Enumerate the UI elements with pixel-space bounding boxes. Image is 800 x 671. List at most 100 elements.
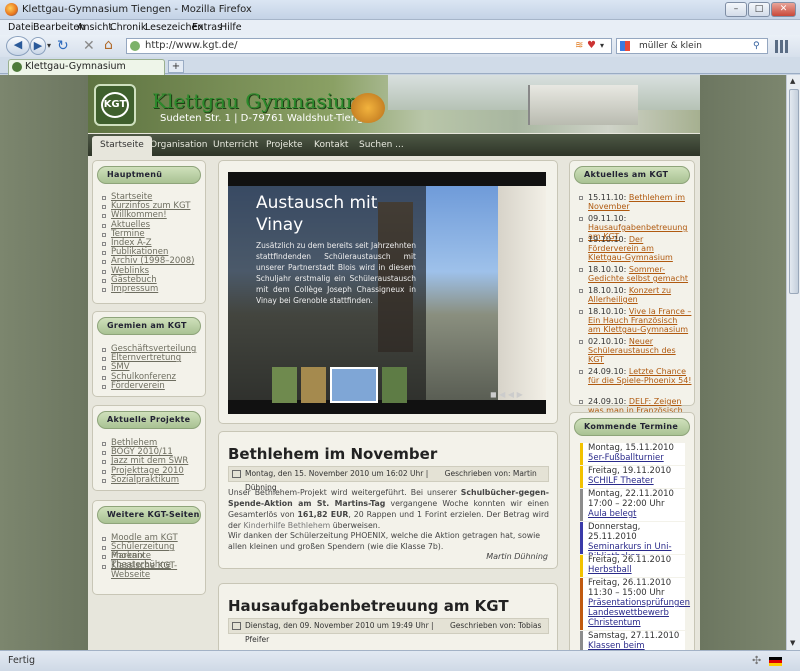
nav-suchen[interactable]: Suchen ... — [359, 140, 404, 150]
bullet-icon — [102, 460, 106, 465]
scroll-thumb[interactable] — [789, 89, 799, 294]
search-input[interactable]: müller & klein ⚲ — [616, 38, 768, 54]
home-icon[interactable]: ⌂ — [104, 37, 113, 53]
aktuelles-date: 15.11.10: — [588, 193, 629, 202]
site-name[interactable]: Klettgau Gymnasium — [152, 89, 365, 113]
slider-controls[interactable]: ◼ ◀ ◀ ▶ — [490, 390, 523, 399]
site-address: Sudeten Str. 1 | D-79761 Waldshut-Tienge… — [160, 113, 376, 124]
window-titlebar: Klettgau-Gymnasium Tiengen - Mozilla Fir… — [0, 0, 800, 20]
bullet-icon — [102, 384, 106, 389]
calendar-icon — [232, 622, 241, 630]
right-decoration — [700, 75, 786, 650]
vertical-scrollbar[interactable]: ▲ ▼ — [786, 75, 800, 650]
menu-hilfe[interactable]: Hilfe — [220, 22, 242, 33]
termin-item[interactable]: Samstag, 27.11.2010Klassen beim Tiengene… — [580, 631, 685, 650]
article-2-date: Dienstag, den 09. November 2010 um 19:49… — [245, 621, 434, 630]
termin-date: Montag, 22.11.2010 — [588, 489, 674, 499]
article-1-title[interactable]: Bethlehem im November — [228, 445, 437, 463]
calendar-icon — [232, 470, 241, 478]
termin-item[interactable]: Freitag, 19.11.2010 SCHILF Theater — [580, 466, 685, 488]
menu-chronik[interactable]: Chronik — [110, 22, 146, 33]
termin-title[interactable]: Präsentationsprüfungen Landeswettbewerb … — [588, 598, 690, 628]
termin-title[interactable]: 5er-Fußballturnier — [588, 453, 685, 463]
termin-item[interactable]: Montag, 15.11.2010 5er-Fußballturnier — [580, 443, 685, 465]
termin-item[interactable]: Freitag, 26.11.2010 Herbstball — [580, 555, 685, 577]
slider-box: Austausch mit Vinay Zusätzlich zu dem be… — [218, 160, 558, 424]
addon-icon[interactable]: ✣ — [752, 654, 761, 667]
termin-item[interactable]: Donnerstag, 25.11.2010 Seminarkurs in Uni… — [580, 522, 685, 562]
kgt-logo[interactable]: KGT — [94, 84, 136, 126]
nav-unterricht[interactable]: Unterricht — [213, 140, 258, 150]
scroll-up-icon[interactable]: ▲ — [790, 77, 795, 85]
slider-thumbs — [272, 367, 407, 403]
site-wrapper: KGT Klettgau Gymnasium Sudeten Str. 1 | … — [88, 75, 700, 650]
bullet-icon — [102, 348, 106, 352]
thumb-4[interactable] — [382, 367, 407, 403]
bullet-icon — [579, 340, 583, 344]
scroll-down-icon[interactable]: ▼ — [790, 639, 795, 647]
aktuelles-item: 24.09.10: Letzte Chance für die Spiele-P… — [588, 367, 692, 385]
rss-icon[interactable]: ≋ — [575, 39, 583, 53]
url-bar[interactable]: http://www.kgt.de/ ≋ ♥ ▾ — [126, 38, 612, 54]
logo-text: KGT — [101, 92, 129, 118]
window-title: Klettgau-Gymnasium Tiengen - Mozilla Fir… — [22, 4, 252, 15]
article-2-title[interactable]: Hausaufgabenbetreuung am KGT — [228, 597, 509, 615]
bullet-icon — [102, 366, 106, 371]
reload-icon[interactable]: ↻ — [57, 38, 69, 54]
search-engine-icon[interactable] — [620, 41, 630, 51]
nav-kontakt[interactable]: Kontakt — [314, 140, 348, 150]
history-dropdown-icon[interactable]: ▾ — [47, 41, 51, 50]
url-dropdown-icon[interactable]: ▾ — [600, 39, 604, 53]
bullet-icon — [579, 268, 583, 272]
bullet-icon — [102, 555, 106, 560]
article-2: Hausaufgabenbetreuung am KGT Dienstag, d… — [218, 583, 558, 650]
maximize-button[interactable]: □ — [748, 2, 770, 17]
search-icon[interactable]: ⚲ — [753, 39, 760, 53]
termin-title[interactable]: Klassen beim Tiengener Adventsmarkt — [588, 641, 685, 650]
menu-extras[interactable]: Extras — [192, 22, 222, 33]
nav-projekte[interactable]: Projekte — [266, 140, 303, 150]
url-text: http://www.kgt.de/ — [145, 40, 238, 51]
menu-datei[interactable]: Datei — [8, 22, 33, 33]
thumb-1[interactable] — [272, 367, 297, 403]
article-1-body: Unser Bethlehem-Projekt wird weitergefüh… — [228, 487, 549, 531]
kinderhilfe-link[interactable]: Kinderhilfe Bethlehem — [243, 521, 330, 530]
nav-startseite[interactable]: Startseite — [92, 136, 152, 156]
minimize-button[interactable]: – — [725, 2, 747, 17]
termin-title[interactable]: SCHILF Theater — [588, 476, 685, 486]
web-page: KGT Klettgau Gymnasium Sudeten Str. 1 | … — [0, 75, 786, 650]
news-slider[interactable]: Austausch mit Vinay Zusätzlich zu dem be… — [228, 172, 546, 414]
article-1: Bethlehem im November Montag, den 15. No… — [218, 431, 558, 569]
site-header: KGT Klettgau Gymnasium Sudeten Str. 1 | … — [88, 75, 700, 133]
thumb-2[interactable] — [300, 367, 326, 403]
article-1-date: Montag, den 15. November 2010 um 16:02 U… — [245, 469, 429, 478]
bullet-icon — [102, 196, 106, 200]
hauptmenu-link[interactable]: Impressum — [111, 285, 201, 294]
heart-icon[interactable]: ♥ — [587, 39, 596, 53]
back-icon[interactable]: ◀ — [6, 36, 30, 56]
termin-item[interactable]: Montag, 22.11.2010 17:00 – 22:00 Uhr Aula … — [580, 489, 685, 521]
new-tab-button[interactable]: + — [168, 60, 184, 73]
bullet-icon — [102, 242, 106, 246]
termin-title[interactable]: Aula belegt — [588, 509, 685, 519]
termin-item[interactable]: Freitag, 26.11.2010 11:30 – 15:00 Uhr Präs… — [580, 578, 690, 630]
forward-icon[interactable]: ▶ — [30, 37, 46, 55]
menu-ansicht[interactable]: Ansicht — [77, 22, 112, 33]
german-flag-icon[interactable] — [769, 657, 782, 666]
status-bar: Fertig ✣ — [0, 650, 800, 671]
article-1-p2: Wir danken der Schülerzeitung PHOENIX, w… — [228, 531, 541, 551]
close-button[interactable]: ✕ — [771, 2, 796, 17]
aktuelles-box: Aktuelles am KGT 15.11.10: Bethlehem im … — [569, 160, 695, 424]
article-1-text-a: Unser Bethlehem-Projekt wird weitergefüh… — [228, 488, 457, 497]
bullet-icon — [579, 400, 583, 404]
thumb-3[interactable] — [329, 367, 379, 403]
weitere-link[interactable]: Klassische KGT-Webseite — [111, 561, 201, 580]
nav-organisation[interactable]: Organisation — [150, 140, 208, 150]
gremien-link[interactable]: Förderverein — [111, 381, 201, 391]
grid-icon[interactable] — [775, 40, 789, 53]
termin-title[interactable]: Herbstball — [588, 565, 685, 575]
stop-icon[interactable]: ✕ — [83, 38, 95, 54]
aktuelles-date: 02.10.10: — [588, 337, 629, 346]
tab-kgt[interactable]: Klettgau-Gymnasium Tiengen — [8, 59, 165, 86]
projekte-link[interactable]: Sozialpraktikum — [111, 475, 201, 485]
